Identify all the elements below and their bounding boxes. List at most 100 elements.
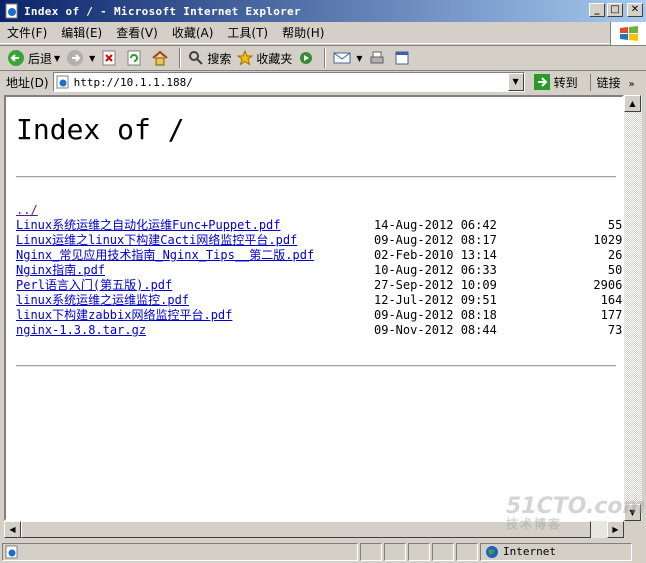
- address-input[interactable]: http://10.1.1.188/ ▼: [52, 72, 525, 92]
- address-label: 地址(D): [6, 75, 49, 90]
- status-text-panel: [2, 542, 358, 561]
- toolbar-separator: [324, 48, 327, 68]
- file-date: 27-Sep-2012 10:09: [374, 278, 497, 292]
- search-label: 搜索: [207, 51, 232, 66]
- horizontal-rule: [16, 176, 616, 178]
- file-date: 12-Jul-2012 09:51: [374, 293, 497, 307]
- status-panel: [360, 542, 382, 561]
- refresh-icon: [127, 50, 141, 66]
- menu-help[interactable]: 帮助(H): [275, 24, 331, 41]
- scroll-up-icon[interactable]: ▲: [624, 95, 641, 112]
- home-button[interactable]: [148, 47, 175, 69]
- maximize-button[interactable]: □: [607, 3, 623, 17]
- home-icon: [152, 50, 168, 66]
- list-item: ../: [16, 203, 622, 218]
- list-item: Nginx指南.pdf 10-Aug-2012 06:33 50863: [16, 263, 623, 278]
- security-zone-panel: Internet: [480, 542, 632, 561]
- file-date: 10-Aug-2012 06:33: [374, 263, 497, 277]
- file-date: 14-Aug-2012 06:42: [374, 218, 497, 232]
- file-size: 73821: [607, 323, 623, 337]
- list-item: linux下构建zabbix网络监控平台.pdf 09-Aug-2012 08:…: [16, 308, 622, 323]
- mail-button[interactable]: ▼: [330, 47, 365, 69]
- status-panel: [384, 542, 406, 561]
- go-button[interactable]: 转到: [533, 73, 578, 91]
- favorites-button[interactable]: 收藏夹: [234, 47, 295, 69]
- chevron-right-icon: »: [628, 78, 635, 90]
- file-link[interactable]: Linux系统运维之自动化运维Func+Puppet.pdf: [16, 218, 374, 233]
- edit-button[interactable]: [391, 47, 416, 69]
- scroll-track[interactable]: [624, 112, 641, 504]
- file-link[interactable]: linux下构建zabbix网络监控平台.pdf: [16, 308, 374, 323]
- window-controls: _ □ ✕: [589, 3, 643, 17]
- menu-view[interactable]: 查看(V): [109, 24, 165, 41]
- list-item: nginx-1.3.8.tar.gz 09-Nov-2012 08:44 738…: [16, 323, 623, 338]
- refresh-button[interactable]: [123, 47, 148, 69]
- file-date: 09-Nov-2012 08:44: [374, 323, 497, 337]
- scroll-left-icon[interactable]: ◀: [4, 521, 21, 538]
- mail-dropdown-icon[interactable]: ▼: [356, 54, 362, 63]
- file-link[interactable]: linux系统运维之运维监控.pdf: [16, 293, 374, 308]
- file-date: 02-Feb-2010 13:14: [374, 248, 497, 262]
- file-size: 164021: [600, 293, 623, 307]
- toolbar-separator: [179, 48, 182, 68]
- windows-logo: [610, 22, 646, 46]
- file-size: 26411: [607, 248, 623, 262]
- address-dropdown-icon[interactable]: ▼: [507, 73, 524, 91]
- file-link[interactable]: Linux运维之linux下构建Cacti网络监控平台.pdf: [16, 233, 374, 248]
- minimize-button[interactable]: _: [589, 3, 605, 17]
- ie-page-icon: [5, 545, 18, 558]
- go-label: 转到: [553, 75, 578, 90]
- list-item: Nginx_常见应用技术指南_Nginx_Tips__第二版.pdf 02-Fe…: [16, 248, 623, 263]
- file-link[interactable]: Perl语言入门(第五版).pdf: [16, 278, 374, 293]
- mail-icon: [333, 52, 351, 64]
- media-icon: [300, 52, 313, 64]
- favorites-label: 收藏夹: [256, 51, 293, 66]
- forward-arrow-icon: [67, 50, 84, 66]
- list-item: linux系统运维之运维监控.pdf 12-Jul-2012 09:51 164…: [16, 293, 623, 308]
- search-icon: [189, 51, 204, 65]
- file-size: 50863: [607, 263, 623, 277]
- print-button[interactable]: [366, 47, 391, 69]
- links-button[interactable]: 链接 »: [589, 73, 635, 91]
- horizontal-rule: [16, 365, 616, 367]
- vertical-scrollbar[interactable]: ▲ ▼: [624, 95, 642, 521]
- back-label: 后退: [28, 51, 53, 66]
- status-panel: [432, 542, 454, 561]
- page-heading: Index of /: [16, 113, 185, 146]
- stop-button[interactable]: [98, 47, 123, 69]
- forward-button[interactable]: ▼: [63, 47, 98, 69]
- status-panel: [408, 542, 430, 561]
- file-link[interactable]: Nginx指南.pdf: [16, 263, 374, 278]
- stop-icon: [102, 50, 116, 66]
- menu-favorites[interactable]: 收藏(A): [165, 24, 221, 41]
- back-dropdown-icon[interactable]: ▼: [54, 54, 60, 63]
- parent-directory-link[interactable]: ../: [16, 203, 374, 218]
- links-label: 链接: [596, 75, 621, 90]
- file-link[interactable]: nginx-1.3.8.tar.gz: [16, 323, 374, 338]
- menu-edit[interactable]: 编辑(E): [54, 24, 109, 41]
- media-button[interactable]: [295, 47, 320, 69]
- status-bar: Internet: [0, 540, 646, 563]
- back-arrow-icon: [8, 50, 24, 66]
- directory-listing: ../ Linux系统运维之自动化运维Func+Puppet.pdf 14-Au…: [16, 203, 623, 338]
- menu-file[interactable]: 文件(F): [0, 24, 54, 41]
- file-link[interactable]: Nginx_常见应用技术指南_Nginx_Tips__第二版.pdf: [16, 248, 374, 263]
- file-size: 1029090: [593, 233, 623, 247]
- back-button[interactable]: 后退 ▼: [4, 47, 63, 69]
- title-bar[interactable]: Index of / - Microsoft Internet Explorer…: [0, 0, 646, 22]
- address-url: http://10.1.1.188/: [73, 75, 193, 89]
- close-button[interactable]: ✕: [627, 3, 643, 17]
- list-item: Linux系统运维之自动化运维Func+Puppet.pdf 14-Aug-20…: [16, 218, 622, 233]
- edit-page-icon: [395, 51, 409, 65]
- search-button[interactable]: 搜索: [185, 47, 234, 69]
- ie-page-icon: [56, 75, 69, 89]
- globe-icon: [486, 545, 498, 558]
- standard-toolbar: 后退 ▼ ▼ 搜索 收藏夹 ▼: [0, 45, 646, 71]
- forward-dropdown-icon[interactable]: ▼: [89, 54, 95, 63]
- menu-tools[interactable]: 工具(T): [220, 24, 275, 41]
- ie-page-icon: [5, 3, 18, 19]
- window-title: Index of / - Microsoft Internet Explorer: [24, 4, 301, 18]
- file-date: 09-Aug-2012 08:18: [374, 308, 497, 322]
- status-panel: [456, 542, 478, 561]
- address-bar: 地址(D) http://10.1.1.188/ ▼ 转到 链接 »: [0, 71, 646, 93]
